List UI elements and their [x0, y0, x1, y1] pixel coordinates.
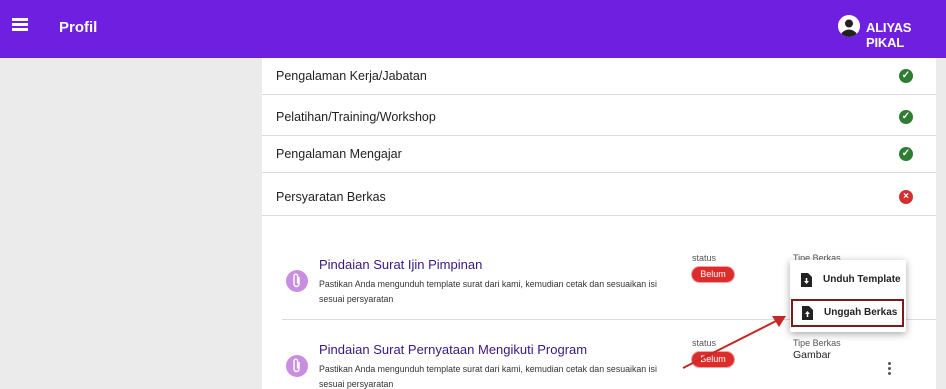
check-circle-icon: ✓ [899, 110, 913, 124]
section-row-documents[interactable]: Persyaratan Berkas × [262, 179, 936, 216]
check-circle-icon: ✓ [899, 147, 913, 161]
app-bar: Profil ALIYAS PIKAL [0, 0, 946, 58]
file-title: Pindaian Surat Ijin Pimpinan [319, 257, 483, 272]
paperclip-icon [286, 355, 308, 377]
file-upload-icon [802, 306, 813, 320]
status-badge: Belum [692, 267, 734, 282]
page-title: Profil [59, 19, 98, 36]
menu-item-upload-file[interactable]: Unggah Berkas [791, 299, 904, 327]
file-description: Pastikan Anda mengunduh template surat d… [319, 364, 657, 389]
status-badge: Belum [692, 352, 734, 367]
error-circle-icon: × [899, 190, 913, 204]
section-row-training[interactable]: Pelatihan/Training/Workshop ✓ [262, 99, 936, 136]
file-description: Pastikan Anda mengunduh template surat d… [319, 279, 657, 304]
section-row-work-experience[interactable]: Pengalaman Kerja/Jabatan ✓ [262, 58, 936, 95]
menu-icon[interactable] [12, 18, 30, 32]
section-label: Pengalaman Kerja/Jabatan [276, 69, 427, 83]
section-label: Persyaratan Berkas [276, 190, 386, 204]
file-type-label: Tipe Berkas [793, 338, 841, 348]
status-label: status [692, 253, 717, 263]
section-label: Pelatihan/Training/Workshop [276, 110, 436, 124]
user-name[interactable]: ALIYAS PIKAL [866, 20, 946, 50]
menu-item-download-template[interactable]: Unduh Template [790, 266, 906, 294]
profile-panel: Pengalaman Kerja/Jabatan ✓ Pelatihan/Tra… [262, 58, 936, 389]
avatar-icon[interactable] [838, 15, 860, 37]
menu-item-label: Unduh Template [823, 274, 901, 285]
file-type-value: Gambar [793, 349, 831, 361]
paperclip-icon [286, 270, 308, 292]
more-vert-icon[interactable] [888, 362, 892, 376]
check-circle-icon: ✓ [899, 69, 913, 83]
file-download-icon [801, 273, 812, 287]
section-row-teaching[interactable]: Pengalaman Mengajar ✓ [262, 136, 936, 173]
status-label: status [692, 338, 717, 348]
menu-item-label: Unggah Berkas [824, 307, 898, 318]
file-actions-menu: Unduh Template Unggah Berkas [790, 260, 906, 332]
file-title: Pindaian Surat Pernyataan Mengikuti Prog… [319, 342, 588, 357]
section-label: Pengalaman Mengajar [276, 147, 402, 161]
